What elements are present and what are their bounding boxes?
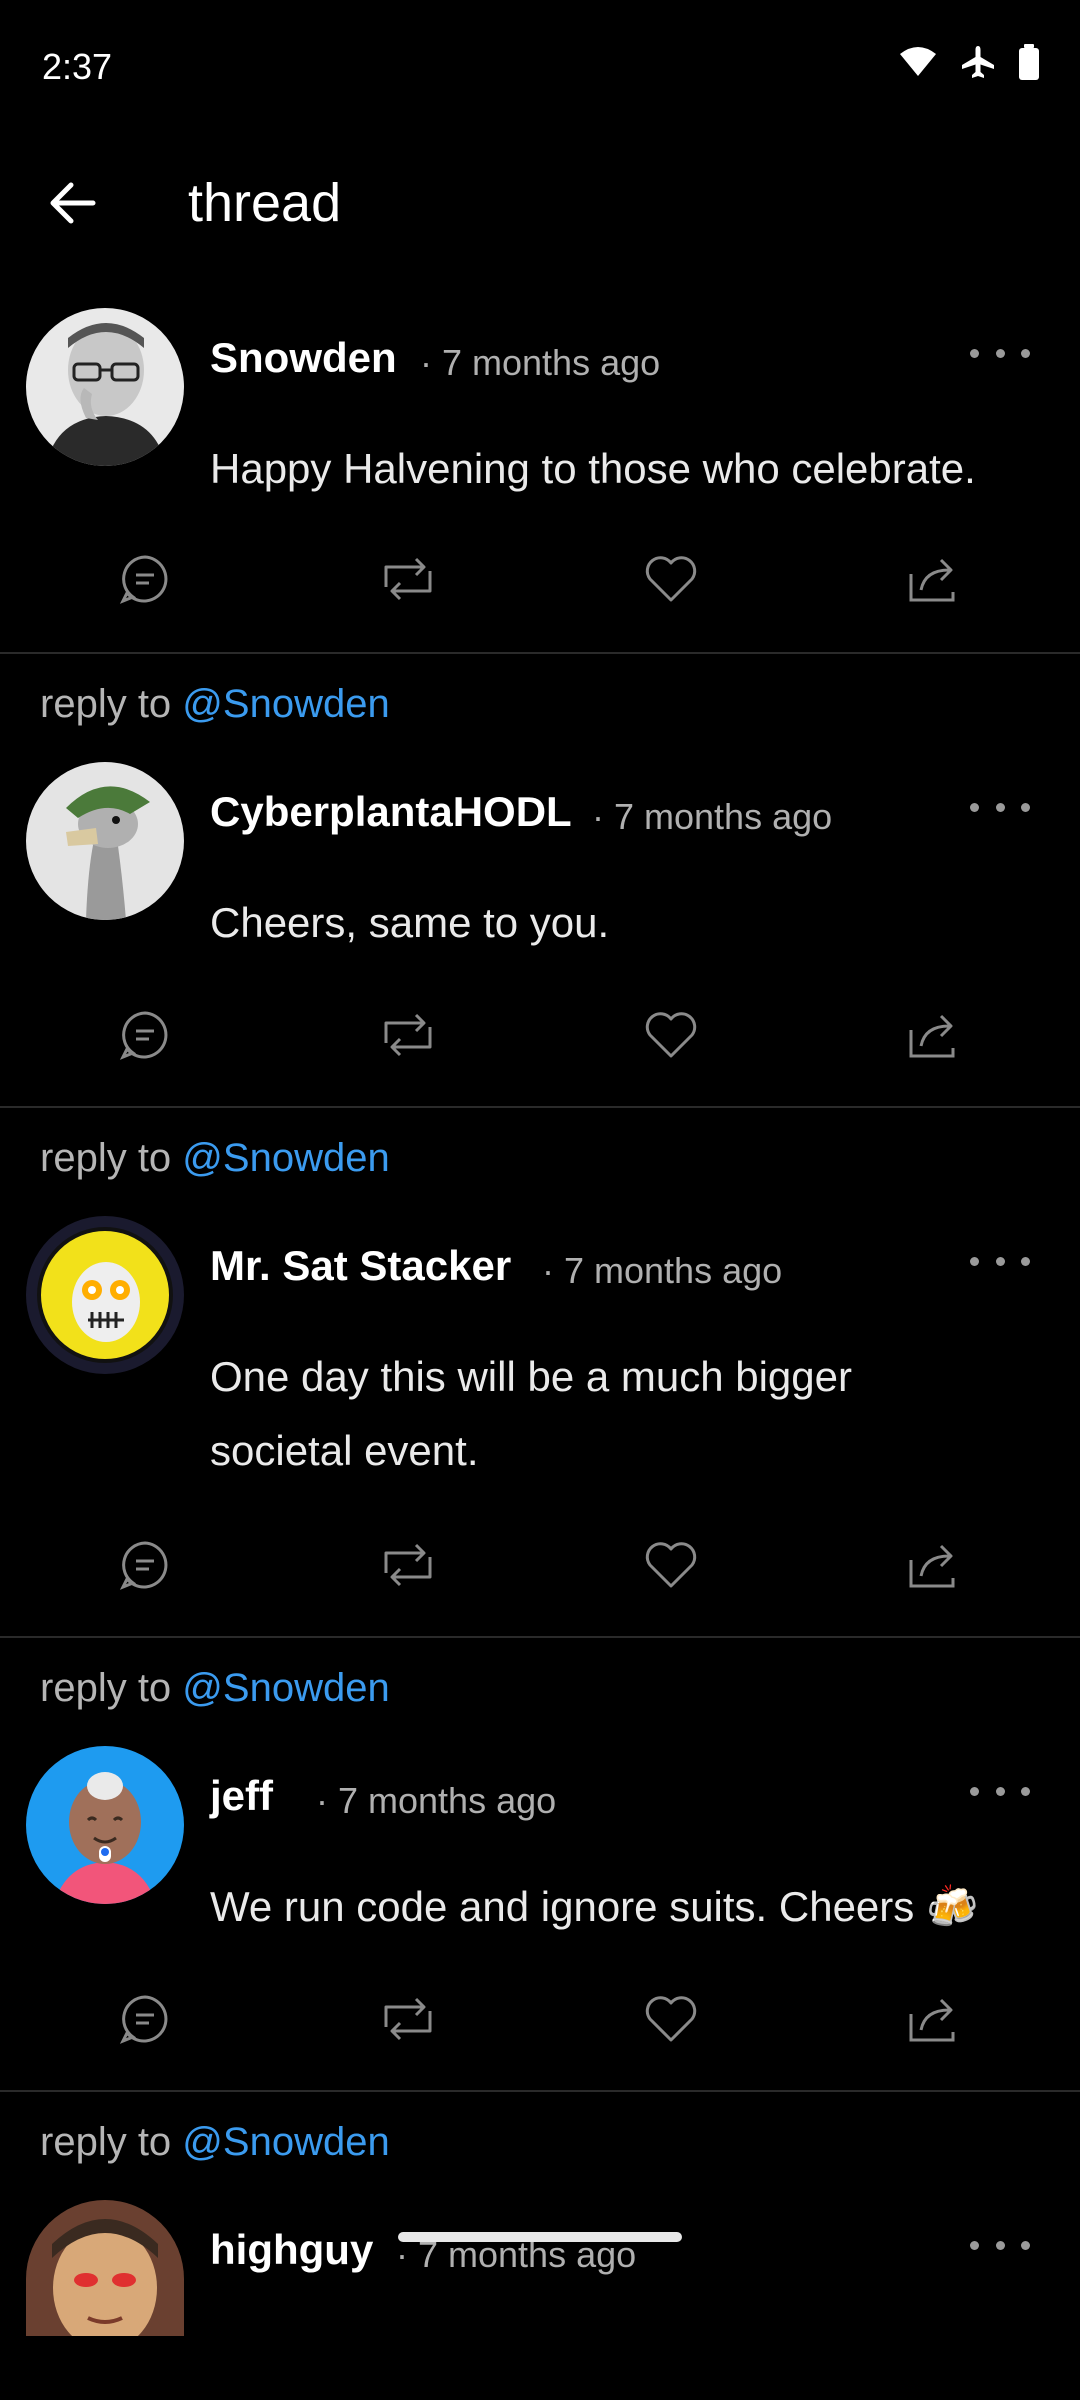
- post-item[interactable]: reply to @Snowden highguy · 7 months ago: [0, 2092, 1080, 2352]
- like-button[interactable]: [636, 1530, 706, 1600]
- post-time: · 7 months ago: [420, 342, 661, 383]
- more-options-button[interactable]: [970, 1246, 1030, 1276]
- repost-icon: [378, 1993, 438, 2045]
- post-item[interactable]: reply to @Snowden jeff · 7 months ago We…: [0, 1638, 1080, 2092]
- post-actions: [0, 544, 1080, 614]
- heart-icon: [644, 1010, 698, 1060]
- comment-icon: [119, 553, 171, 605]
- author-name[interactable]: Mr. Sat Stacker: [210, 1242, 511, 1290]
- post-actions: [0, 1000, 1080, 1070]
- heart-icon: [644, 1540, 698, 1590]
- share-icon: [905, 1540, 961, 1590]
- post-item[interactable]: reply to @Snowden CyberplantaHODL · 7 mo…: [0, 654, 1080, 1108]
- wifi-icon: [898, 46, 938, 78]
- comment-button[interactable]: [110, 1984, 180, 2054]
- comment-button[interactable]: [110, 544, 180, 614]
- post-text: Happy Halvening to those who celebrate.: [210, 445, 976, 492]
- post-text: Cheers, same to you.: [210, 899, 610, 946]
- comment-button[interactable]: [110, 1000, 180, 1070]
- heart-icon: [644, 554, 698, 604]
- more-options-button[interactable]: [970, 338, 1030, 368]
- thread-feed[interactable]: Snowden · 7 months ago Happy Halvening t…: [0, 290, 1080, 2352]
- post-text: One day this will be a much bigger socie…: [210, 1353, 852, 1474]
- more-options-button[interactable]: [970, 792, 1030, 822]
- status-bar: 2:37: [0, 0, 1080, 130]
- airplane-icon: [960, 44, 996, 80]
- post-item[interactable]: reply to @Snowden Mr. Sat Stacker · 7 mo…: [0, 1108, 1080, 1638]
- repost-icon: [378, 1539, 438, 1591]
- reply-to-label: reply to @Snowden: [40, 682, 390, 726]
- like-button[interactable]: [636, 1000, 706, 1070]
- reply-to-label: reply to @Snowden: [40, 1136, 390, 1180]
- heart-icon: [644, 1994, 698, 2044]
- battery-icon: [1018, 44, 1040, 80]
- share-button[interactable]: [898, 1000, 968, 1070]
- repost-button[interactable]: [373, 1000, 443, 1070]
- back-button[interactable]: [30, 172, 116, 238]
- share-button[interactable]: [898, 1530, 968, 1600]
- share-button[interactable]: [898, 544, 968, 614]
- reply-handle-link[interactable]: @Snowden: [182, 2120, 389, 2164]
- post-time: · 7 months ago: [316, 1780, 557, 1821]
- reply-to-label: reply to @Snowden: [40, 2120, 390, 2164]
- repost-button[interactable]: [373, 544, 443, 614]
- post-time: · 7 months ago: [592, 796, 833, 837]
- comment-icon: [119, 1539, 171, 1591]
- reply-handle-link[interactable]: @Snowden: [182, 682, 389, 726]
- repost-button[interactable]: [373, 1530, 443, 1600]
- post-time: · 7 months ago: [542, 1250, 783, 1291]
- avatar[interactable]: [26, 1216, 184, 1374]
- page-title: thread: [188, 173, 342, 233]
- avatar[interactable]: [26, 308, 184, 466]
- like-button[interactable]: [636, 544, 706, 614]
- repost-icon: [378, 1009, 438, 1061]
- share-icon: [905, 554, 961, 604]
- share-button[interactable]: [898, 1984, 968, 2054]
- repost-button[interactable]: [373, 1984, 443, 2054]
- share-icon: [905, 1010, 961, 1060]
- author-name[interactable]: jeff: [210, 1772, 273, 1820]
- author-name[interactable]: CyberplantaHODL: [210, 788, 572, 836]
- post-actions: [0, 1530, 1080, 1600]
- reply-to-label: reply to @Snowden: [40, 1666, 390, 1710]
- avatar[interactable]: [26, 2200, 184, 2336]
- arrow-left-icon: [49, 181, 97, 230]
- status-time: 2:37: [42, 46, 113, 87]
- reply-handle-link[interactable]: @Snowden: [182, 1136, 389, 1180]
- reply-handle-link[interactable]: @Snowden: [182, 1666, 389, 1710]
- app-bar: thread: [0, 150, 1080, 260]
- status-icons: [898, 44, 1040, 80]
- author-name[interactable]: Snowden: [210, 334, 397, 382]
- more-options-button[interactable]: [970, 1776, 1030, 1806]
- home-indicator[interactable]: [398, 2232, 682, 2242]
- like-button[interactable]: [636, 1984, 706, 2054]
- post-text: We run code and ignore suits. Cheers 🍻: [210, 1883, 979, 1930]
- author-name[interactable]: highguy: [210, 2226, 373, 2274]
- avatar[interactable]: [26, 1746, 184, 1904]
- share-icon: [905, 1994, 961, 2044]
- avatar[interactable]: [26, 762, 184, 920]
- post-item[interactable]: Snowden · 7 months ago Happy Halvening t…: [0, 290, 1080, 654]
- comment-button[interactable]: [110, 1530, 180, 1600]
- comment-icon: [119, 1993, 171, 2045]
- comment-icon: [119, 1009, 171, 1061]
- post-actions: [0, 1984, 1080, 2054]
- repost-icon: [378, 553, 438, 605]
- more-options-button[interactable]: [970, 2230, 1030, 2260]
